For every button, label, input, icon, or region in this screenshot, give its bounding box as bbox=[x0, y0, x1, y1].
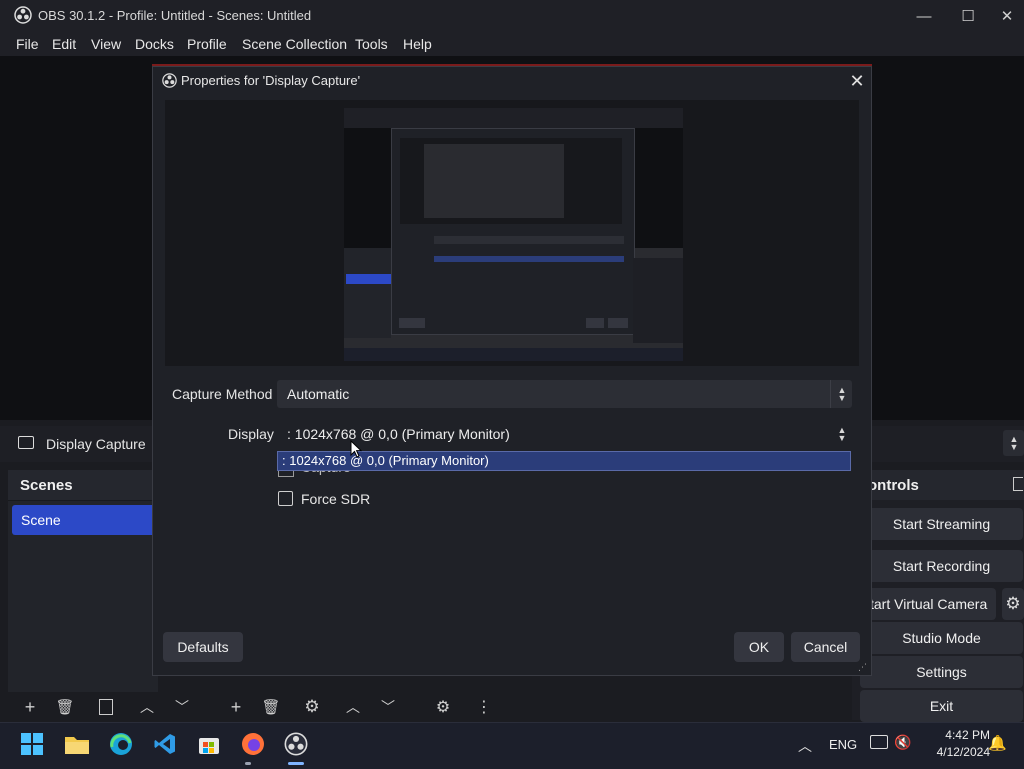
more-vertical-icon[interactable]: ⋮ bbox=[470, 696, 498, 718]
vscode-icon[interactable] bbox=[152, 731, 178, 757]
menu-tools[interactable]: Tools bbox=[355, 36, 388, 52]
remove-source-trash-icon[interactable]: 🗑 bbox=[257, 696, 285, 718]
up-down-arrows-icon: ▲ ▼ bbox=[1009, 434, 1019, 452]
volume-muted-icon[interactable]: 🔇 bbox=[894, 734, 911, 751]
capture-method-arrows: ▲ ▼ bbox=[830, 380, 853, 408]
active-app-indicator bbox=[288, 762, 304, 765]
scene-list-item-label: Scene bbox=[21, 512, 61, 528]
menu-docks[interactable]: Docks bbox=[135, 36, 174, 52]
exit-button[interactable]: Exit bbox=[860, 690, 1023, 722]
monitor-icon bbox=[18, 436, 34, 449]
close-window-button[interactable]: ✕ bbox=[990, 0, 1024, 32]
menu-view[interactable]: View bbox=[91, 36, 121, 52]
capture-method-label: Capture Method bbox=[172, 386, 273, 402]
capture-method-select[interactable] bbox=[277, 380, 852, 408]
virtual-camera-settings-gear-icon[interactable]: ⚙ bbox=[1002, 588, 1024, 620]
clock-date[interactable]: 4/12/2024 bbox=[918, 745, 990, 759]
obs-taskbar-icon[interactable] bbox=[283, 731, 309, 757]
menu-profile[interactable]: Profile bbox=[187, 36, 227, 52]
scenes-dock-title: Scenes bbox=[20, 477, 73, 494]
clock-time[interactable]: 4:42 PM bbox=[928, 728, 990, 742]
menu-file[interactable]: File bbox=[16, 36, 39, 52]
menu-scene-collection[interactable]: Scene Collection bbox=[242, 36, 347, 52]
display-label: Display bbox=[228, 426, 274, 442]
dock-float-icon[interactable] bbox=[1013, 477, 1023, 491]
start-recording-button[interactable]: Start Recording bbox=[860, 550, 1023, 582]
window-title: OBS 30.1.2 - Profile: Untitled - Scenes:… bbox=[38, 8, 312, 23]
menu-help[interactable]: Help bbox=[403, 36, 432, 52]
minimize-button[interactable]: — bbox=[902, 0, 946, 32]
up-down-arrows-icon: ▲ ▼ bbox=[837, 385, 847, 403]
dialog-close-icon[interactable]: ✕ bbox=[845, 70, 869, 92]
studio-mode-button[interactable]: Studio Mode bbox=[860, 622, 1023, 654]
network-monitor-icon[interactable] bbox=[870, 735, 888, 749]
microsoft-store-icon[interactable] bbox=[196, 731, 222, 757]
source-properties-gear-icon[interactable]: ⚙ bbox=[298, 696, 326, 718]
up-down-arrows-icon: ▲ ▼ bbox=[837, 425, 847, 443]
start-virtual-camera-button[interactable]: tart Virtual Camera bbox=[860, 588, 996, 620]
display-dropdown-option-label: : 1024x768 @ 0,0 (Primary Monitor) bbox=[282, 453, 489, 468]
menu-bar: File Edit View Docks Profile Scene Colle… bbox=[0, 32, 1024, 56]
capture-method-value: Automatic bbox=[287, 386, 350, 402]
input-language-indicator[interactable]: ENG bbox=[829, 737, 857, 752]
display-select-value: : 1024x768 @ 0,0 (Primary Monitor) bbox=[287, 426, 510, 442]
notification-bell-icon[interactable]: 🔔 bbox=[988, 734, 1007, 752]
resize-grip-icon[interactable]: ⋰ bbox=[858, 662, 868, 672]
menu-edit[interactable]: Edit bbox=[52, 36, 76, 52]
tray-overflow-chevron-icon[interactable]: ︿ bbox=[798, 736, 812, 756]
force-sdr-checkbox[interactable] bbox=[278, 491, 293, 506]
ok-button[interactable]: OK bbox=[734, 632, 784, 662]
firefox-icon[interactable] bbox=[240, 731, 266, 757]
scene-move-down-icon[interactable]: ﹀ bbox=[168, 696, 196, 718]
defaults-button[interactable]: Defaults bbox=[163, 632, 243, 662]
cancel-button[interactable]: Cancel bbox=[791, 632, 860, 662]
mouse-cursor-icon bbox=[350, 440, 362, 458]
scene-filter-icon[interactable] bbox=[92, 696, 120, 718]
selected-source-label: Display Capture bbox=[46, 436, 146, 452]
settings-button[interactable]: Settings bbox=[860, 656, 1023, 688]
scene-move-up-icon[interactable]: ︿ bbox=[133, 696, 161, 718]
force-sdr-label: Force SDR bbox=[301, 491, 371, 507]
dialog-title: Properties for 'Display Capture' bbox=[181, 73, 361, 88]
add-scene-icon[interactable]: + bbox=[16, 696, 44, 718]
capture-preview-image bbox=[344, 108, 683, 361]
windows-start-icon[interactable] bbox=[19, 731, 45, 757]
capture-cursor-checkbox[interactable] bbox=[278, 471, 294, 477]
dock-toolbar bbox=[0, 692, 850, 722]
running-app-indicator bbox=[245, 762, 251, 765]
remove-scene-trash-icon[interactable]: 🗑 bbox=[51, 696, 79, 718]
source-move-down-icon[interactable]: ﹀ bbox=[374, 696, 402, 718]
source-combo-arrows[interactable]: ▲ ▼ bbox=[1003, 430, 1024, 456]
controls-dock-title: ontrols bbox=[868, 477, 919, 494]
obs-logo-icon bbox=[162, 73, 177, 88]
edge-browser-icon[interactable] bbox=[108, 731, 134, 757]
maximize-button[interactable]: ☐ bbox=[946, 0, 990, 32]
audio-mixer-settings-icon[interactable]: ⚙ bbox=[429, 696, 457, 718]
add-source-icon[interactable]: + bbox=[222, 696, 250, 718]
file-explorer-icon[interactable] bbox=[64, 731, 90, 757]
scenes-dock bbox=[8, 470, 158, 692]
obs-logo-icon bbox=[14, 6, 32, 24]
source-move-up-icon[interactable]: ︿ bbox=[339, 696, 367, 718]
start-streaming-button[interactable]: Start Streaming bbox=[860, 508, 1023, 540]
